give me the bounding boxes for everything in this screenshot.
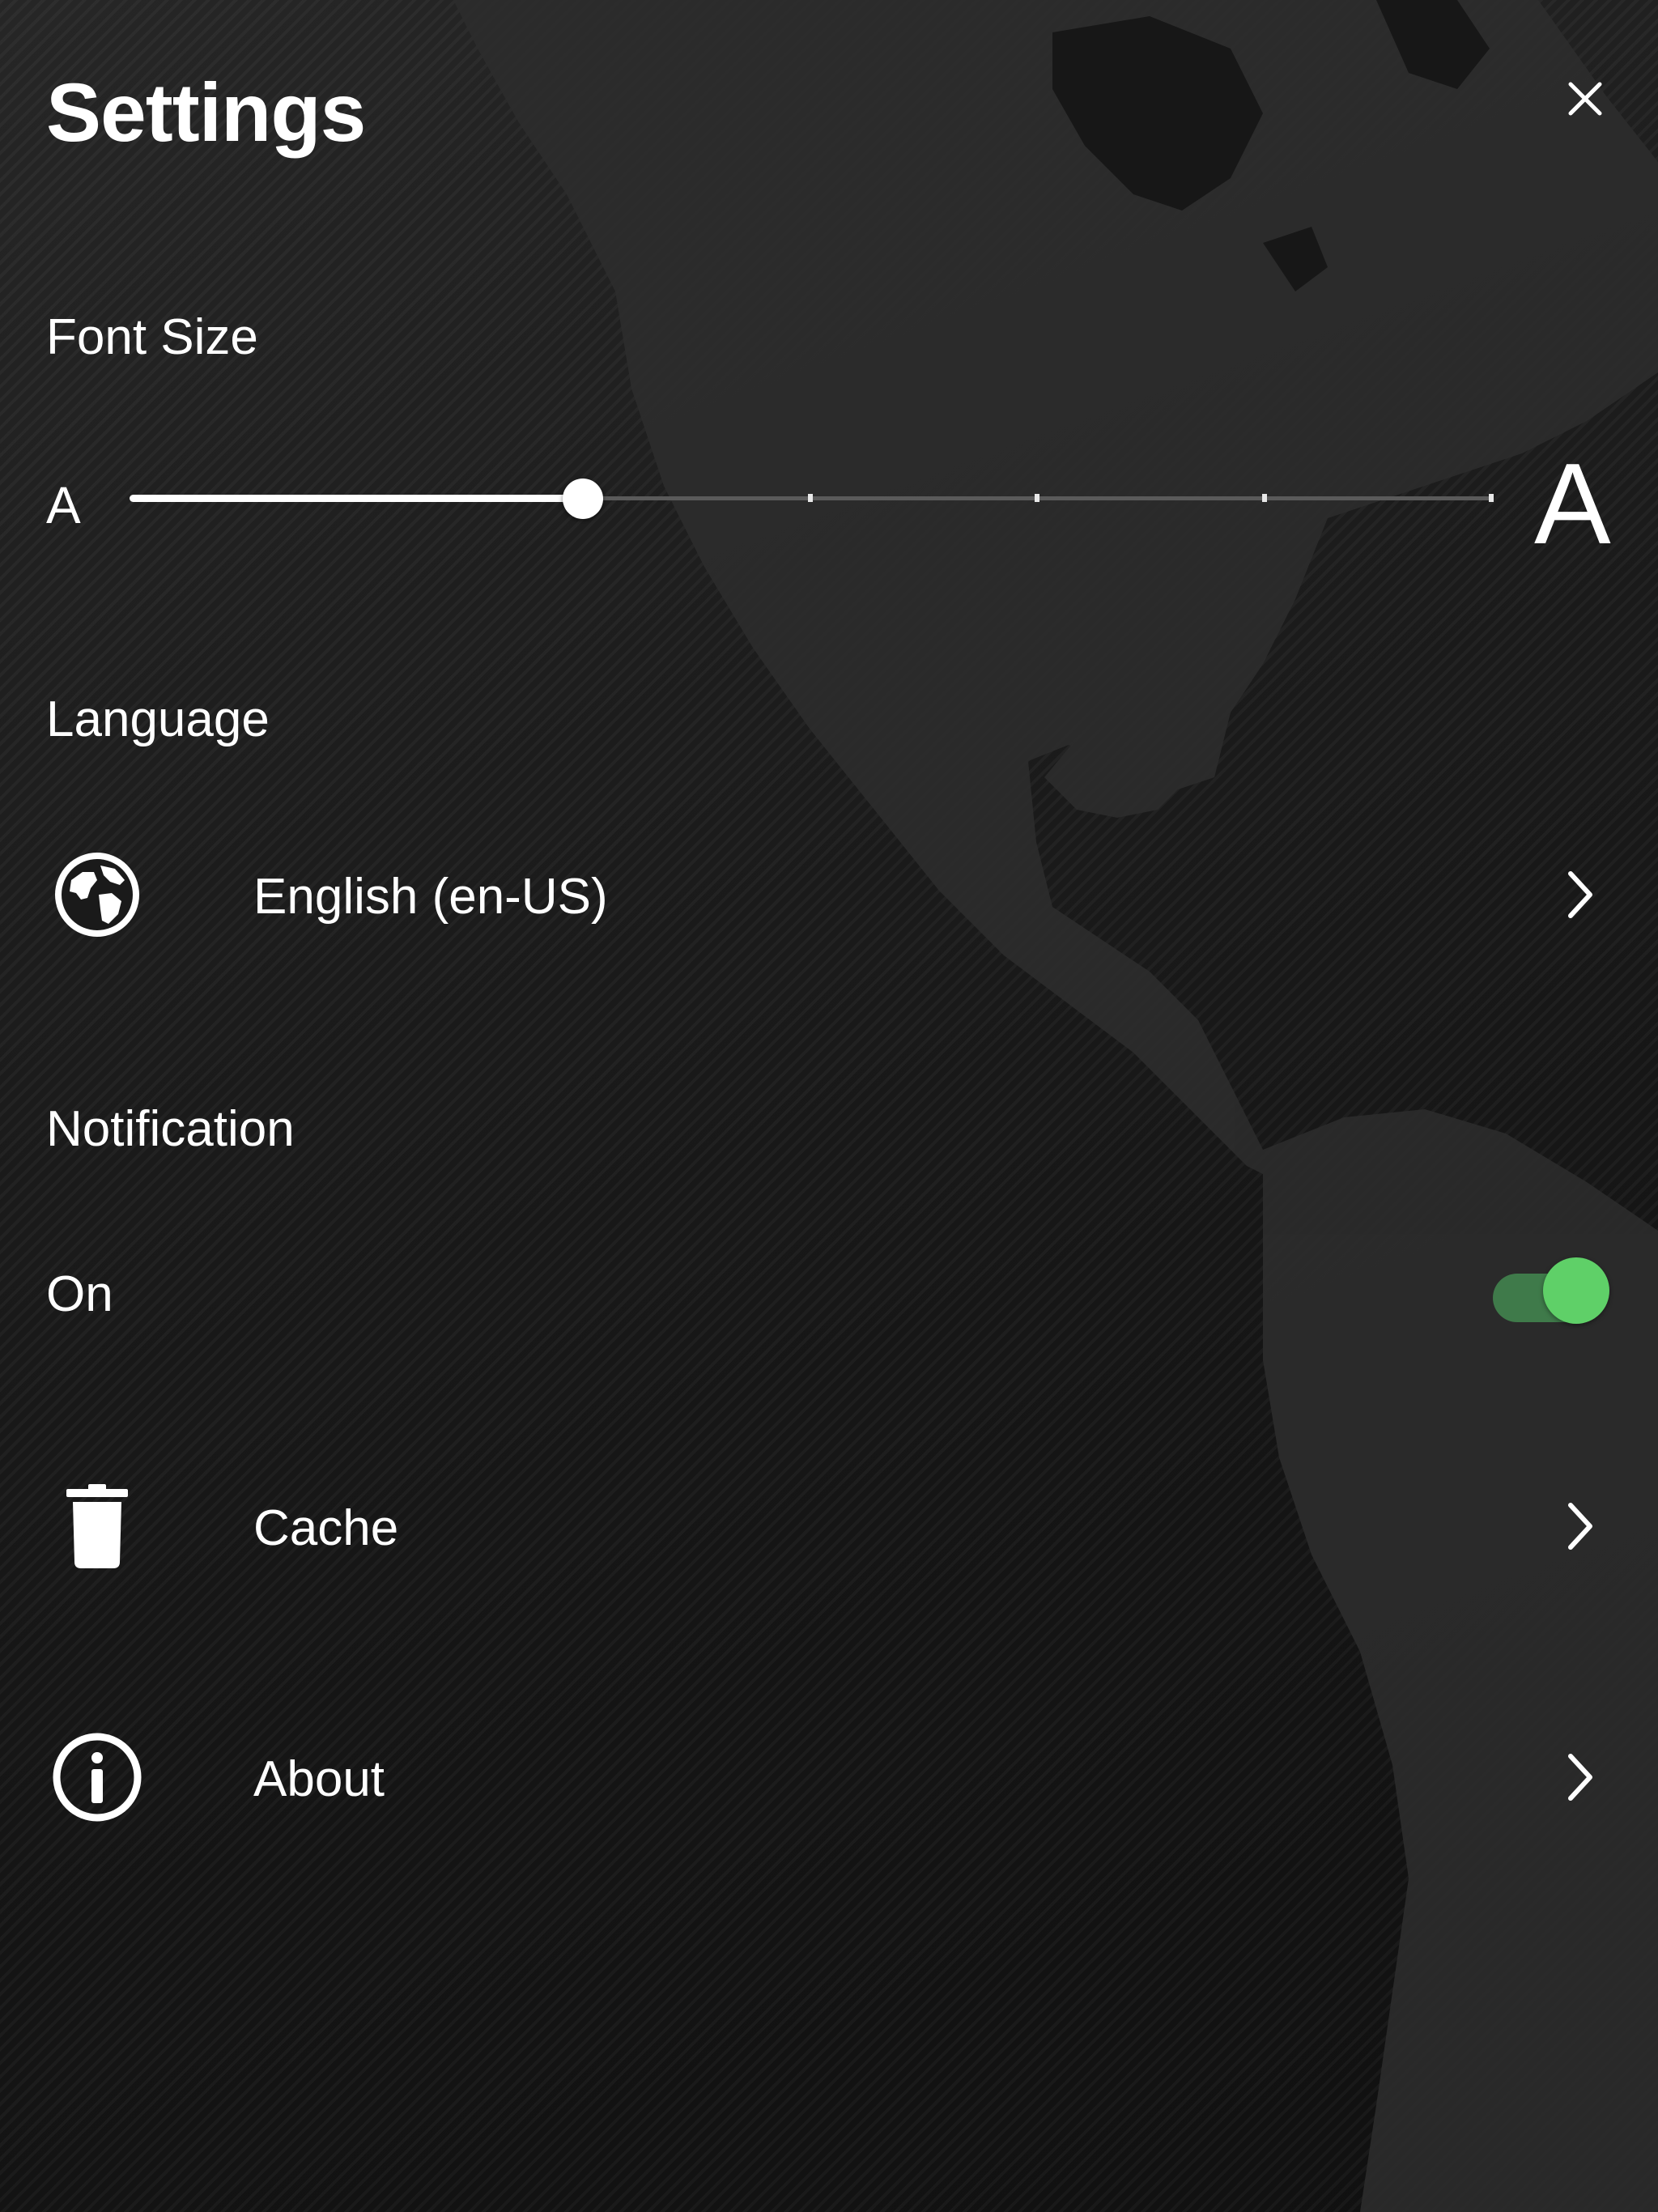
chevron-right-icon — [1568, 871, 1592, 918]
font-size-large-marker: A — [1534, 440, 1611, 568]
close-icon — [1568, 82, 1602, 116]
chevron-right-icon — [1568, 1754, 1592, 1801]
chevron-right-icon — [1568, 1503, 1592, 1550]
slider-tick — [1035, 494, 1040, 502]
font-size-heading: Font Size — [46, 309, 258, 365]
trash-icon — [66, 1484, 128, 1568]
about-row[interactable]: About — [0, 1704, 1658, 1850]
cache-row[interactable]: Cache — [0, 1453, 1658, 1599]
notification-toggle[interactable] — [1491, 1252, 1613, 1329]
info-icon — [53, 1733, 142, 1822]
toggle-knob — [1543, 1257, 1609, 1324]
slider-tick — [1489, 494, 1494, 502]
slider-fill — [130, 495, 584, 502]
notification-state-label: On — [46, 1266, 113, 1322]
slider-thumb[interactable] — [563, 479, 604, 519]
language-value: English (en-US) — [253, 869, 608, 925]
globe-icon — [55, 853, 139, 937]
close-button[interactable] — [1561, 74, 1609, 123]
slider-tick — [807, 494, 813, 502]
language-row[interactable]: English (en-US) — [0, 822, 1658, 968]
font-size-small-marker: A — [46, 476, 81, 534]
slider-tick — [1261, 494, 1267, 502]
about-label: About — [253, 1751, 385, 1807]
page-title: Settings — [46, 66, 366, 159]
notification-heading: Notification — [46, 1101, 295, 1157]
font-size-slider[interactable] — [130, 470, 1494, 528]
cache-label: Cache — [253, 1500, 399, 1556]
language-heading: Language — [46, 691, 270, 747]
